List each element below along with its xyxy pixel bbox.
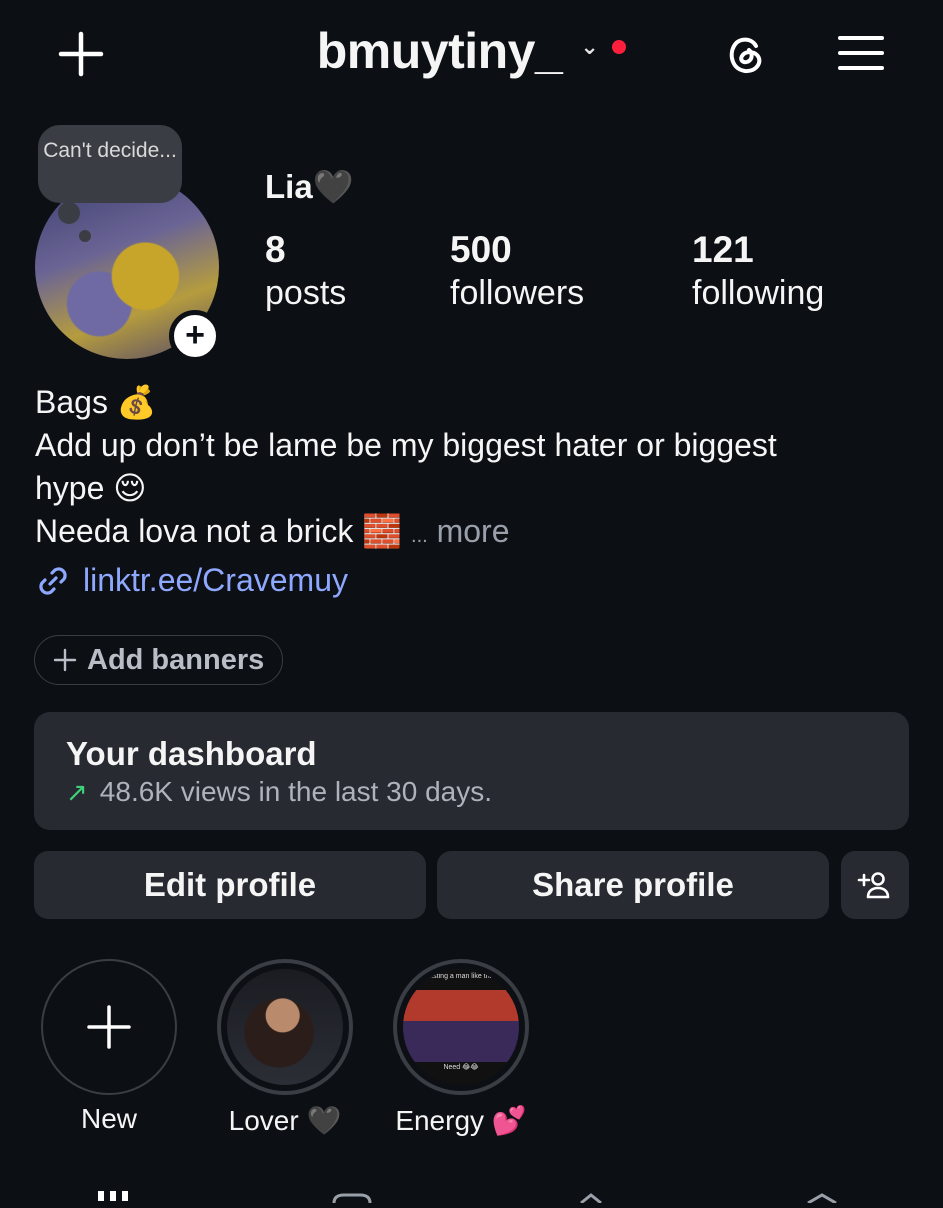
trend-up-icon: ↗ xyxy=(66,776,88,807)
followers-label: followers xyxy=(450,274,585,312)
profile-link[interactable]: linktr.ee/Cravemuy xyxy=(35,562,348,599)
following-label: following xyxy=(692,274,825,312)
following-stat[interactable]: 121 following xyxy=(692,228,824,314)
add-story-button[interactable]: + xyxy=(169,310,221,362)
plus-icon xyxy=(53,648,77,672)
tab-reposts[interactable] xyxy=(575,1190,619,1205)
highlight-caption: ...sting a man like this xyxy=(427,973,495,980)
bio-line: hype 😌 xyxy=(35,470,147,506)
username: bmuytiny_ xyxy=(316,23,563,79)
dashboard-title: Your dashboard xyxy=(66,735,317,772)
hamburger-menu-icon xyxy=(838,36,884,70)
following-count: 121 xyxy=(692,229,754,270)
plus-icon xyxy=(87,1005,131,1049)
note-text: Can't decide... xyxy=(43,139,177,162)
highlight-cover-image: ...sting a man like this Need 😂😂 xyxy=(403,969,519,1085)
bio-ellipsis: ... xyxy=(411,525,428,547)
note-bubble[interactable]: Can't decide... xyxy=(38,125,182,203)
highlight-caption: Need 😂😂 xyxy=(443,1064,479,1071)
plus-icon: + xyxy=(185,316,205,354)
add-banners-label: Add banners xyxy=(87,643,265,676)
bio-line-last: Needa lova not a brick 🧱 ... more xyxy=(35,510,915,557)
threads-button[interactable] xyxy=(720,28,772,80)
menu-button[interactable] xyxy=(836,30,886,76)
account-switcher[interactable]: bmuytiny_ ⌄ xyxy=(0,22,943,80)
highlight-label: New xyxy=(80,1103,137,1134)
threads-icon xyxy=(729,37,762,74)
bio-more-link[interactable]: more xyxy=(437,513,510,549)
bio-line: Needa lova not a brick 🧱 xyxy=(35,513,403,549)
posts-stat[interactable]: 8 posts xyxy=(265,228,346,314)
dashboard-subtitle: 48.6K views in the last 30 days. xyxy=(99,776,493,807)
posts-count: 8 xyxy=(265,229,286,270)
reels-icon xyxy=(332,1193,372,1204)
highlight-energy[interactable]: ...sting a man like this Need 😂😂 xyxy=(393,959,529,1095)
discover-people-button[interactable] xyxy=(841,851,909,919)
grid-icon xyxy=(98,1191,128,1201)
note-bubble-tail xyxy=(79,230,91,242)
tab-posts-grid[interactable] xyxy=(96,1188,140,1201)
tab-tagged[interactable] xyxy=(800,1190,844,1205)
add-banners-button[interactable]: Add banners xyxy=(34,635,284,685)
link-icon xyxy=(39,566,67,595)
followers-count: 500 xyxy=(450,229,512,270)
new-highlight-button[interactable] xyxy=(41,959,177,1095)
dashboard-subtitle-row: ↗ 48.6K views in the last 30 days. xyxy=(66,776,492,808)
chevron-down-icon: ⌄ xyxy=(580,34,599,59)
share-profile-button[interactable]: Share profile xyxy=(437,851,829,919)
display-name: Lia🖤 xyxy=(265,168,354,205)
link-text: linktr.ee/Cravemuy xyxy=(83,562,348,598)
share-profile-label: Share profile xyxy=(532,866,734,903)
highlight-label: Lover 🖤 xyxy=(228,1105,342,1136)
highlight-cover-image xyxy=(227,969,343,1085)
edit-profile-label: Edit profile xyxy=(143,866,317,903)
bio-line: Bags 💰 xyxy=(35,384,157,420)
edit-profile-button[interactable]: Edit profile xyxy=(34,851,426,919)
posts-label: posts xyxy=(265,274,347,312)
highlight-label: Energy 💕 xyxy=(395,1105,527,1136)
bio-line: Add up don’t be lame be my biggest hater… xyxy=(35,427,777,463)
highlight-lover[interactable] xyxy=(217,959,353,1095)
followers-stat[interactable]: 500 followers xyxy=(450,228,584,314)
tagged-icon xyxy=(807,1193,837,1205)
add-person-icon xyxy=(857,872,890,899)
note-bubble-tail xyxy=(58,202,80,224)
repost-icon xyxy=(580,1193,602,1205)
tab-reels[interactable] xyxy=(330,1190,374,1204)
notification-dot xyxy=(612,40,627,54)
